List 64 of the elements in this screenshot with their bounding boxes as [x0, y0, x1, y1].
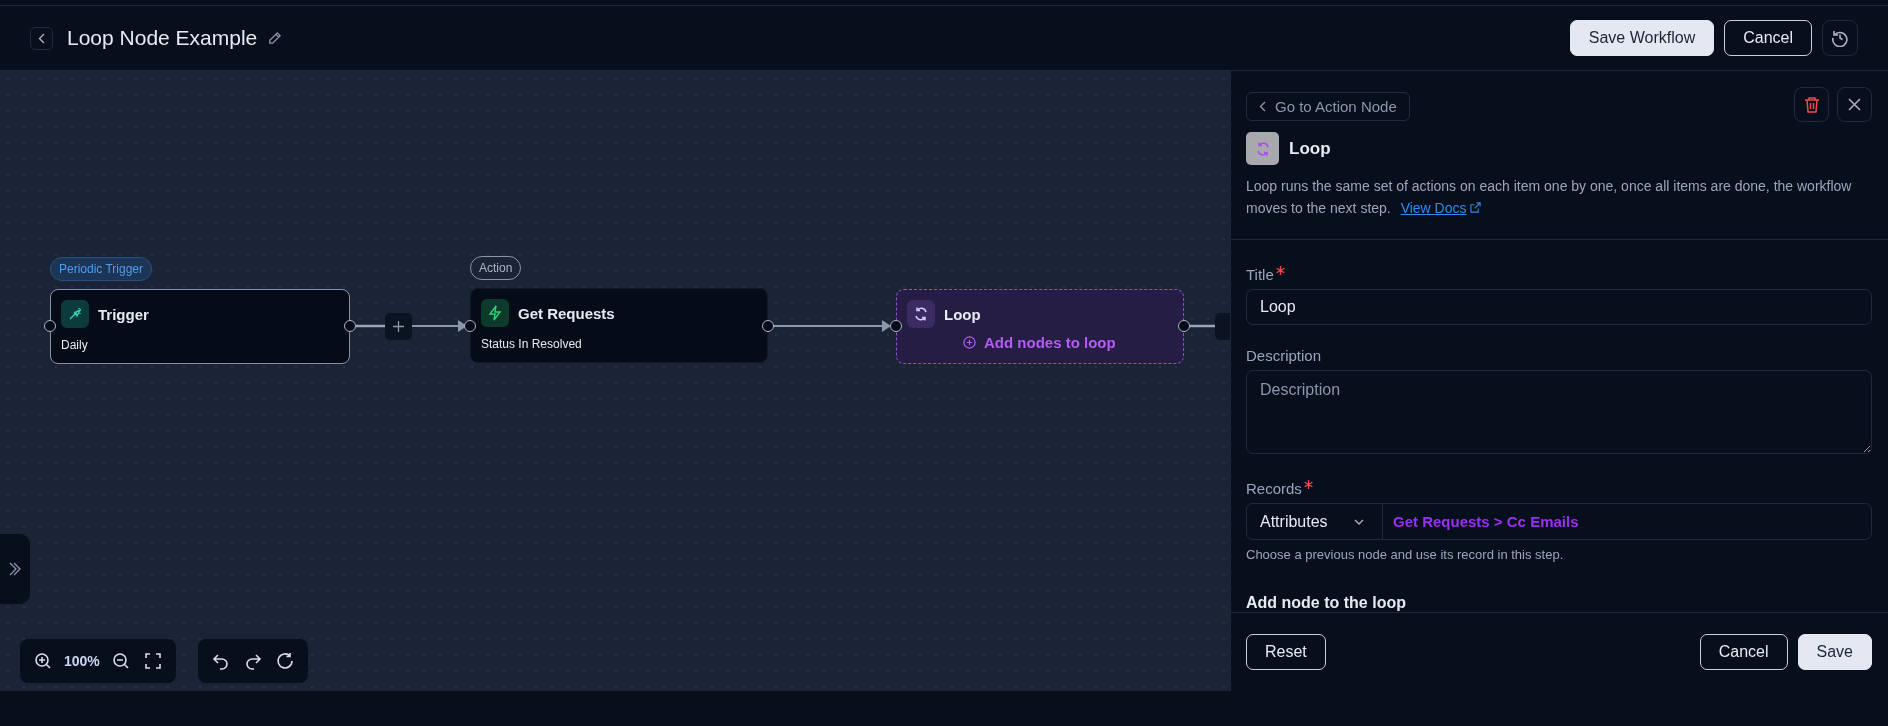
sparkle-icon	[67, 306, 83, 322]
node-type-badge: Action	[470, 256, 522, 280]
trigger-node[interactable]: Trigger Daily	[50, 289, 350, 364]
delete-button[interactable]	[1794, 87, 1829, 122]
plus-icon	[393, 321, 404, 332]
field-label: Records	[1246, 480, 1302, 497]
refresh-icon	[1254, 140, 1271, 157]
external-link-icon	[1470, 202, 1482, 213]
plus-circle-icon	[963, 336, 976, 349]
description-textarea[interactable]: Description	[1246, 370, 1872, 454]
node-subtitle: Daily	[61, 338, 89, 352]
cancel-button[interactable]: Cancel	[1724, 20, 1812, 56]
close-icon	[1848, 98, 1861, 111]
connector-line	[1190, 324, 1215, 328]
workflow-title: Loop Node Example	[67, 26, 258, 50]
zoom-out-icon	[111, 652, 130, 670]
section-heading: Add node to the loop	[1246, 594, 1407, 612]
attributes-dropdown[interactable]: Attributes	[1247, 504, 1383, 539]
chevron-left-icon	[38, 32, 45, 44]
add-nodes-link[interactable]: Add nodes to loop	[963, 334, 1116, 351]
cancel-button[interactable]: Cancel	[1699, 634, 1788, 670]
node-description: Loop runs the same set of actions on each item one by one, once all items are done, the workflow moves to the next step. View Docs	[1246, 177, 1853, 218]
history-icon	[1831, 29, 1849, 47]
node-title: Trigger	[98, 305, 149, 323]
action-node[interactable]: Get Requests Status In Resolved	[470, 288, 768, 363]
node-subtitle: Status In Resolved	[481, 337, 583, 351]
connector-arrow	[411, 320, 467, 332]
zoom-in-icon	[34, 652, 52, 670]
handle[interactable]	[44, 320, 56, 332]
go-to-action-node-button[interactable]: Go to Action Node	[1246, 92, 1410, 121]
node-type-badge: Periodic Trigger	[50, 257, 153, 281]
undo-icon	[212, 652, 230, 670]
refresh-icon	[276, 652, 294, 670]
field-hint: Choose a previous node and use its record in this step.	[1246, 547, 1565, 562]
chevron-down-icon	[1353, 518, 1364, 525]
panel-title: Loop	[1289, 138, 1331, 159]
save-workflow-button[interactable]: Save Workflow	[1569, 20, 1715, 56]
double-chevron-right-icon	[8, 561, 22, 577]
back-button[interactable]	[30, 26, 53, 50]
bolt-icon	[487, 305, 503, 321]
chevron-left-icon	[1259, 101, 1266, 112]
title-input[interactable]: Loop	[1246, 289, 1872, 325]
node-title: Get Requests	[518, 304, 615, 322]
zoom-level: 100%	[64, 653, 100, 669]
record-value: Get Requests > Cc Emails	[1392, 512, 1580, 532]
node-title: Loop	[944, 305, 981, 323]
records-field[interactable]: Attributes Get Requests > Cc Emails	[1246, 503, 1872, 540]
handle[interactable]	[464, 320, 476, 332]
redo-icon	[244, 652, 262, 670]
fullscreen-icon	[144, 653, 161, 669]
reset-button[interactable]: Reset	[1246, 634, 1326, 670]
refresh-icon	[913, 306, 929, 322]
loop-node[interactable]: Loop Add nodes to loop	[896, 289, 1184, 364]
field-label: Description	[1246, 347, 1322, 364]
view-docs-link[interactable]: View Docs	[1400, 200, 1467, 216]
trash-icon	[1803, 96, 1820, 113]
handle[interactable]	[890, 320, 902, 332]
close-button[interactable]	[1837, 87, 1872, 122]
edit-icon[interactable]	[267, 30, 283, 46]
connector-line	[356, 324, 385, 328]
save-button[interactable]: Save	[1797, 634, 1872, 670]
field-label: Title	[1246, 266, 1274, 283]
add-node-button[interactable]	[385, 313, 412, 340]
history-button[interactable]	[1822, 20, 1858, 56]
